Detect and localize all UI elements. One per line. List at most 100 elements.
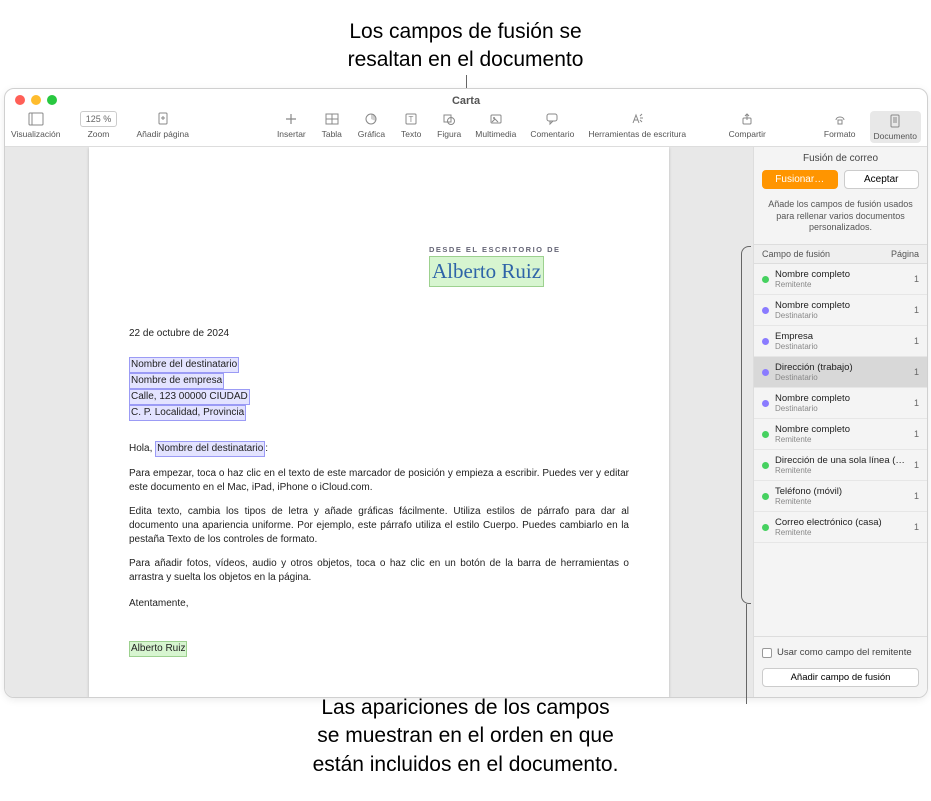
- inspector-footer: Usar como campo del remitente Añadir cam…: [754, 636, 927, 697]
- field-info: Nombre completoDestinatario: [775, 393, 908, 413]
- greeting-suffix: :: [265, 443, 268, 454]
- green-dot-icon: [762, 493, 769, 500]
- body-paragraph[interactable]: Para añadir fotos, vídeos, audio y otros…: [129, 557, 629, 585]
- page-column-header: Página: [891, 249, 919, 259]
- toolbar: Visualización 125 % Zoom Añadir página I…: [5, 109, 927, 147]
- zoom-window-button[interactable]: [47, 95, 57, 105]
- field-row[interactable]: Nombre completoDestinatario 1: [754, 295, 927, 326]
- field-row[interactable]: Teléfono (móvil)Remitente 1: [754, 481, 927, 512]
- zoom-value: 125 %: [80, 111, 118, 127]
- field-name: Correo electrónico (casa): [775, 517, 908, 528]
- field-info: EmpresaDestinatario: [775, 331, 908, 351]
- shape-icon: [441, 111, 457, 127]
- field-row[interactable]: Nombre completoRemitente1: [754, 264, 927, 295]
- recipient-name-merge-field[interactable]: Nombre del destinatario: [129, 357, 239, 373]
- address-block: Nombre del destinatario Nombre de empres…: [129, 357, 629, 421]
- table-button[interactable]: Tabla: [320, 111, 344, 139]
- field-row[interactable]: Dirección de una sola línea (Casa)Remite…: [754, 450, 927, 481]
- street-merge-field[interactable]: Calle, 123 00000 CIUDAD: [129, 389, 250, 405]
- field-row[interactable]: EmpresaDestinatario1: [754, 326, 927, 357]
- field-list-header: Campo de fusión Página: [754, 244, 927, 264]
- use-as-sender-checkbox-row[interactable]: Usar como campo del remitente: [762, 647, 919, 658]
- purple-dot-icon: [762, 338, 769, 345]
- comment-button[interactable]: Comentario: [530, 111, 574, 139]
- document-button[interactable]: Documento: [870, 111, 921, 143]
- field-row[interactable]: Correo electrónico (casa)Remitente1: [754, 512, 927, 543]
- green-dot-icon: [762, 431, 769, 438]
- greeting-merge-field[interactable]: Nombre del destinatario: [155, 441, 265, 457]
- letterhead-name-merge-field[interactable]: Alberto Ruiz: [429, 256, 544, 287]
- toolbar-label: Compartir: [729, 129, 766, 139]
- media-button[interactable]: Multimedia: [475, 111, 516, 139]
- field-info: Dirección (trabajo)Destinatario: [775, 362, 908, 382]
- toolbar-label: Visualización: [11, 129, 60, 139]
- purple-dot-icon: [762, 400, 769, 407]
- chart-button[interactable]: Gráfica: [358, 111, 385, 139]
- field-name: Nombre completo: [775, 424, 908, 435]
- minimize-window-button[interactable]: [31, 95, 41, 105]
- body-paragraph[interactable]: Para empezar, toca o haz clic en el text…: [129, 467, 629, 495]
- signature-merge-field[interactable]: Alberto Ruiz: [129, 641, 187, 657]
- add-merge-field-button[interactable]: Añadir campo de fusión: [762, 668, 919, 687]
- app-window: Carta Visualización 125 % Zoom Añadir pá…: [4, 88, 928, 698]
- toolbar-label: Añadir página: [136, 129, 188, 139]
- field-row[interactable]: Nombre completoDestinatario 1: [754, 388, 927, 419]
- writing-tools-icon: [629, 111, 645, 127]
- document-date[interactable]: 22 de octubre de 2024: [129, 327, 629, 341]
- field-column-header: Campo de fusión: [762, 249, 891, 259]
- inspector-title: Fusión de correo: [754, 147, 927, 170]
- toolbar-label: Gráfica: [358, 129, 385, 139]
- insert-icon: [283, 111, 299, 127]
- body-paragraph[interactable]: Edita texto, cambia los tipos de letra y…: [129, 505, 629, 547]
- content-area: DESDE EL ESCRITORIO DE Alberto Ruiz 22 d…: [5, 147, 927, 697]
- svg-text:T: T: [409, 115, 414, 124]
- city-merge-field[interactable]: C. P. Localidad, Provincia: [129, 405, 246, 421]
- merge-button[interactable]: Fusionar…: [762, 170, 838, 189]
- field-subtype: Destinatario: [775, 404, 908, 413]
- field-page: 1: [914, 491, 919, 501]
- field-row[interactable]: Dirección (trabajo)Destinatario1: [754, 357, 927, 388]
- company-merge-field[interactable]: Nombre de empresa: [129, 373, 224, 389]
- callout-text: resaltan en el documento: [0, 46, 931, 74]
- field-list[interactable]: Nombre completoRemitente1Nombre completo…: [754, 264, 927, 636]
- document-icon: [887, 113, 903, 129]
- signoff[interactable]: Atentamente,: [129, 597, 629, 611]
- view-button[interactable]: Visualización: [11, 111, 60, 139]
- letterhead-label: DESDE EL ESCRITORIO DE: [429, 245, 589, 256]
- table-icon: [324, 111, 340, 127]
- view-icon: [28, 111, 44, 127]
- callout-bracket: [741, 246, 751, 604]
- field-subtype: Remitente: [775, 280, 908, 289]
- field-name: Teléfono (móvil): [775, 486, 908, 497]
- accept-button[interactable]: Aceptar: [844, 170, 920, 189]
- toolbar-label: Texto: [401, 129, 421, 139]
- writing-tools-button[interactable]: Herramientas de escritura: [588, 111, 686, 139]
- comment-icon: [544, 111, 560, 127]
- letterhead: DESDE EL ESCRITORIO DE Alberto Ruiz: [429, 245, 589, 287]
- field-subtype: Destinatario: [775, 311, 908, 320]
- insert-button[interactable]: Insertar: [277, 111, 306, 139]
- document-page: DESDE EL ESCRITORIO DE Alberto Ruiz 22 d…: [89, 147, 669, 697]
- close-window-button[interactable]: [15, 95, 25, 105]
- share-button[interactable]: Compartir: [729, 111, 766, 139]
- zoom-button[interactable]: 125 % Zoom: [74, 111, 122, 139]
- field-subtype: Remitente: [775, 466, 908, 475]
- checkbox-icon: [762, 648, 772, 658]
- document-canvas[interactable]: DESDE EL ESCRITORIO DE Alberto Ruiz 22 d…: [5, 147, 753, 697]
- toolbar-label: Herramientas de escritura: [588, 129, 686, 139]
- field-page: 1: [914, 398, 919, 408]
- titlebar: Carta: [5, 89, 927, 109]
- shape-button[interactable]: Figura: [437, 111, 461, 139]
- field-name: Nombre completo: [775, 300, 908, 311]
- format-button[interactable]: Formato: [824, 111, 856, 139]
- field-page: 1: [914, 305, 919, 315]
- format-icon: [832, 111, 848, 127]
- share-icon: [739, 111, 755, 127]
- field-subtype: Destinatario: [775, 373, 908, 382]
- field-info: Teléfono (móvil)Remitente: [775, 486, 908, 506]
- text-icon: T: [403, 111, 419, 127]
- add-page-button[interactable]: Añadir página: [136, 111, 188, 139]
- field-row[interactable]: Nombre completoRemitente1: [754, 419, 927, 450]
- text-button[interactable]: T Texto: [399, 111, 423, 139]
- toolbar-label: Zoom: [88, 129, 110, 139]
